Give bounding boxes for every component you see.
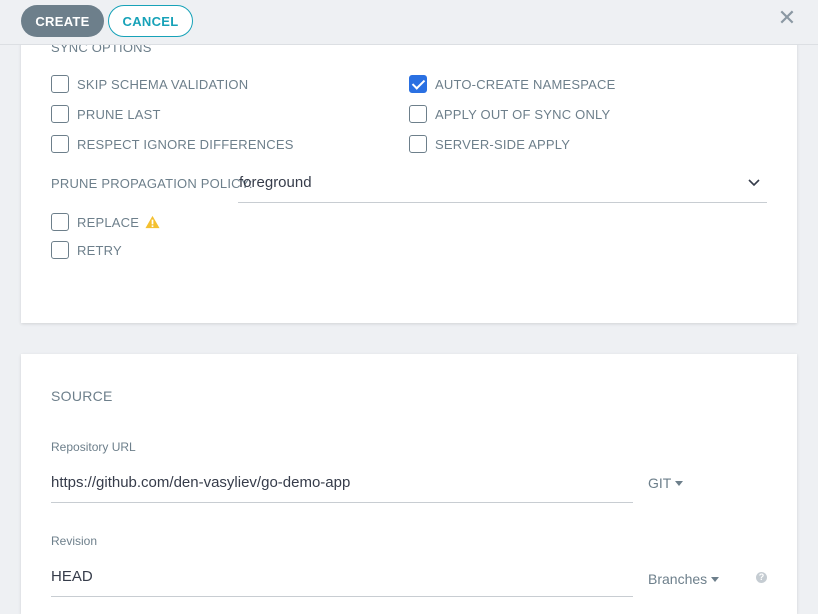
option-label: AUTO-CREATE NAMESPACE [435, 76, 616, 92]
close-icon[interactable]: ✕ [776, 7, 798, 30]
revision-label: Revision [51, 534, 98, 548]
option-retry[interactable]: RETRY [51, 240, 122, 260]
option-label: SKIP SCHEMA VALIDATION [77, 76, 249, 92]
prune-propagation-policy-label: PRUNE PROPAGATION POLICY: [51, 176, 253, 191]
option-label: APPLY OUT OF SYNC ONLY [435, 106, 611, 122]
checkbox-checked[interactable] [409, 75, 427, 93]
repository-url-input[interactable]: https://github.com/den-vasyliev/go-demo-… [51, 468, 633, 503]
repo-type-label: GIT [648, 475, 672, 491]
checkbox[interactable] [51, 135, 69, 153]
option-label: RESPECT IGNORE DIFFERENCES [77, 136, 294, 152]
sync-options-panel: SYNC OPTIONS SKIP SCHEMA VALIDATION AUTO… [21, 0, 797, 323]
prune-policy-value: foreground [239, 174, 312, 191]
chevron-down-icon [748, 179, 760, 187]
option-skip-schema-validation[interactable]: SKIP SCHEMA VALIDATION [51, 74, 248, 94]
source-panel: SOURCE Repository URL https://github.com… [21, 354, 797, 614]
option-respect-ignore-differences[interactable]: RESPECT IGNORE DIFFERENCES [51, 134, 294, 154]
option-prune-last[interactable]: PRUNE LAST [51, 104, 161, 124]
repository-url-label: Repository URL [51, 440, 136, 454]
revision-input[interactable]: HEAD [51, 562, 633, 597]
cancel-button[interactable]: CANCEL [108, 5, 193, 37]
option-replace[interactable]: REPLACE [51, 212, 160, 232]
option-label: REPLACE [77, 214, 140, 230]
option-auto-create-namespace[interactable]: AUTO-CREATE NAMESPACE [409, 74, 615, 94]
checkbox[interactable] [51, 241, 69, 259]
caret-down-icon [675, 480, 684, 486]
revision-type-dropdown[interactable]: Branches [648, 571, 720, 587]
repo-type-dropdown[interactable]: GIT [648, 475, 684, 491]
prune-propagation-policy-select[interactable]: foreground [238, 168, 767, 203]
revision-value: HEAD [51, 568, 93, 585]
option-apply-out-of-sync-only[interactable]: APPLY OUT OF SYNC ONLY [409, 104, 610, 124]
checkbox[interactable] [51, 105, 69, 123]
option-label: PRUNE LAST [77, 106, 161, 122]
source-title: SOURCE [51, 388, 113, 404]
checkbox[interactable] [409, 135, 427, 153]
checkbox[interactable] [51, 213, 69, 231]
checkbox[interactable] [409, 105, 427, 123]
option-label: SERVER-SIDE APPLY [435, 136, 571, 152]
repository-url-value: https://github.com/den-vasyliev/go-demo-… [51, 474, 351, 491]
top-toolbar: CREATE CANCEL ✕ [0, 0, 818, 45]
option-label: RETRY [77, 242, 122, 258]
warning-icon [145, 215, 160, 229]
revision-type-label: Branches [648, 571, 708, 587]
help-icon[interactable]: ? [756, 572, 767, 583]
option-server-side-apply[interactable]: SERVER-SIDE APPLY [409, 134, 570, 154]
caret-down-icon [711, 576, 720, 582]
checkbox[interactable] [51, 75, 69, 93]
create-button[interactable]: CREATE [21, 5, 104, 37]
